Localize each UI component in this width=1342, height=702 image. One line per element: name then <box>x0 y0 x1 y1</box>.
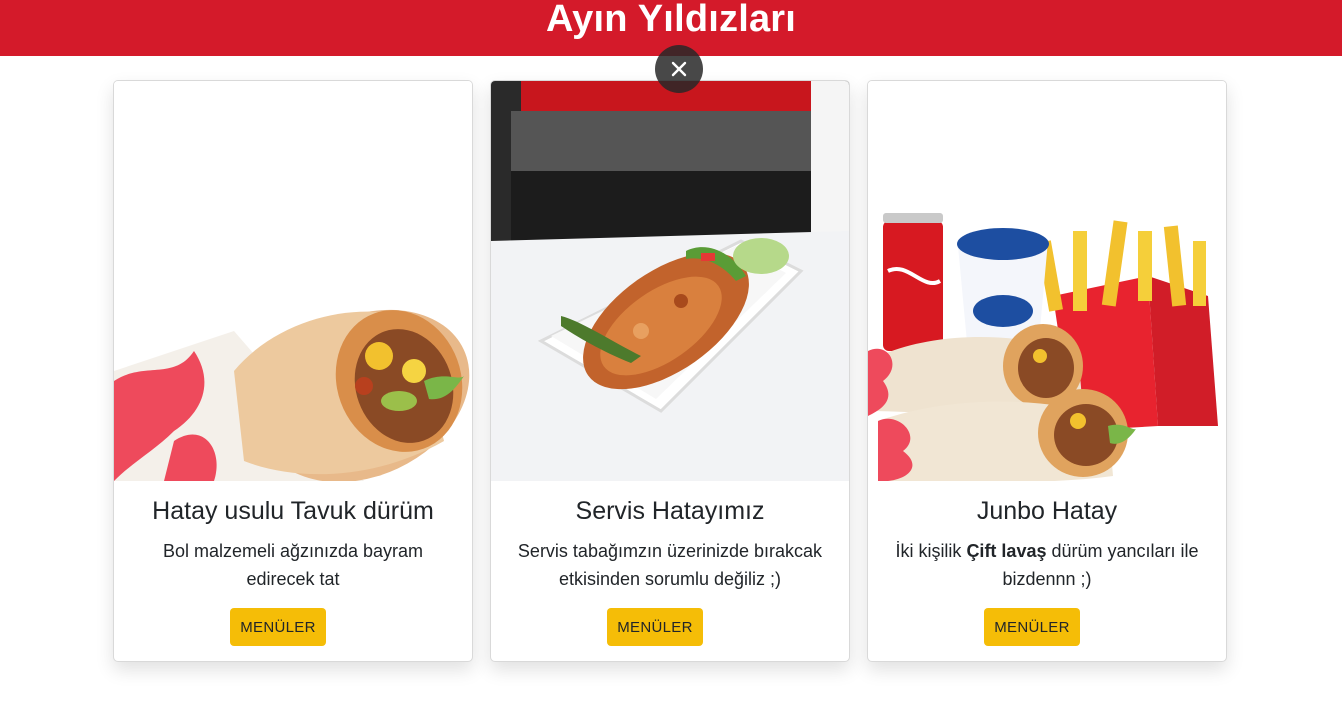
combo-menu-image <box>868 81 1226 481</box>
close-button[interactable] <box>655 45 703 93</box>
card-description: Bol malzemeli ağzınızda bayram edirecek … <box>162 541 424 589</box>
menu-button[interactable]: MENÜLER <box>984 608 1080 646</box>
product-card-2: Servis Hatayımız Servis tabağımzın üzeri… <box>490 80 850 662</box>
product-card-1: Hatay usulu Tavuk dürüm Bol malzemeli ağ… <box>113 80 473 662</box>
card-description: Servis tabağımzın üzerinizde bırakcak et… <box>517 541 823 589</box>
product-card-3: Junbo Hatay İki kişilik Çift lavaş dürüm… <box>867 80 1227 662</box>
close-icon <box>671 61 687 77</box>
card-title: Hatay usulu Tavuk dürüm <box>152 497 434 525</box>
menu-button[interactable]: MENÜLER <box>230 608 326 646</box>
bold-highlight: Çift lavaş <box>966 541 1047 561</box>
card-title: Junbo Hatay <box>976 497 1118 525</box>
doner-plate-image <box>491 81 849 481</box>
chicken-wrap-image <box>114 81 472 481</box>
card-title: Servis Hatayımız <box>575 497 765 525</box>
card-description: İki kişilik Çift lavaş dürüm yancıları i… <box>895 541 1199 589</box>
page-title: Ayın Yıldızları <box>545 0 797 40</box>
menu-button[interactable]: MENÜLER <box>607 608 703 646</box>
